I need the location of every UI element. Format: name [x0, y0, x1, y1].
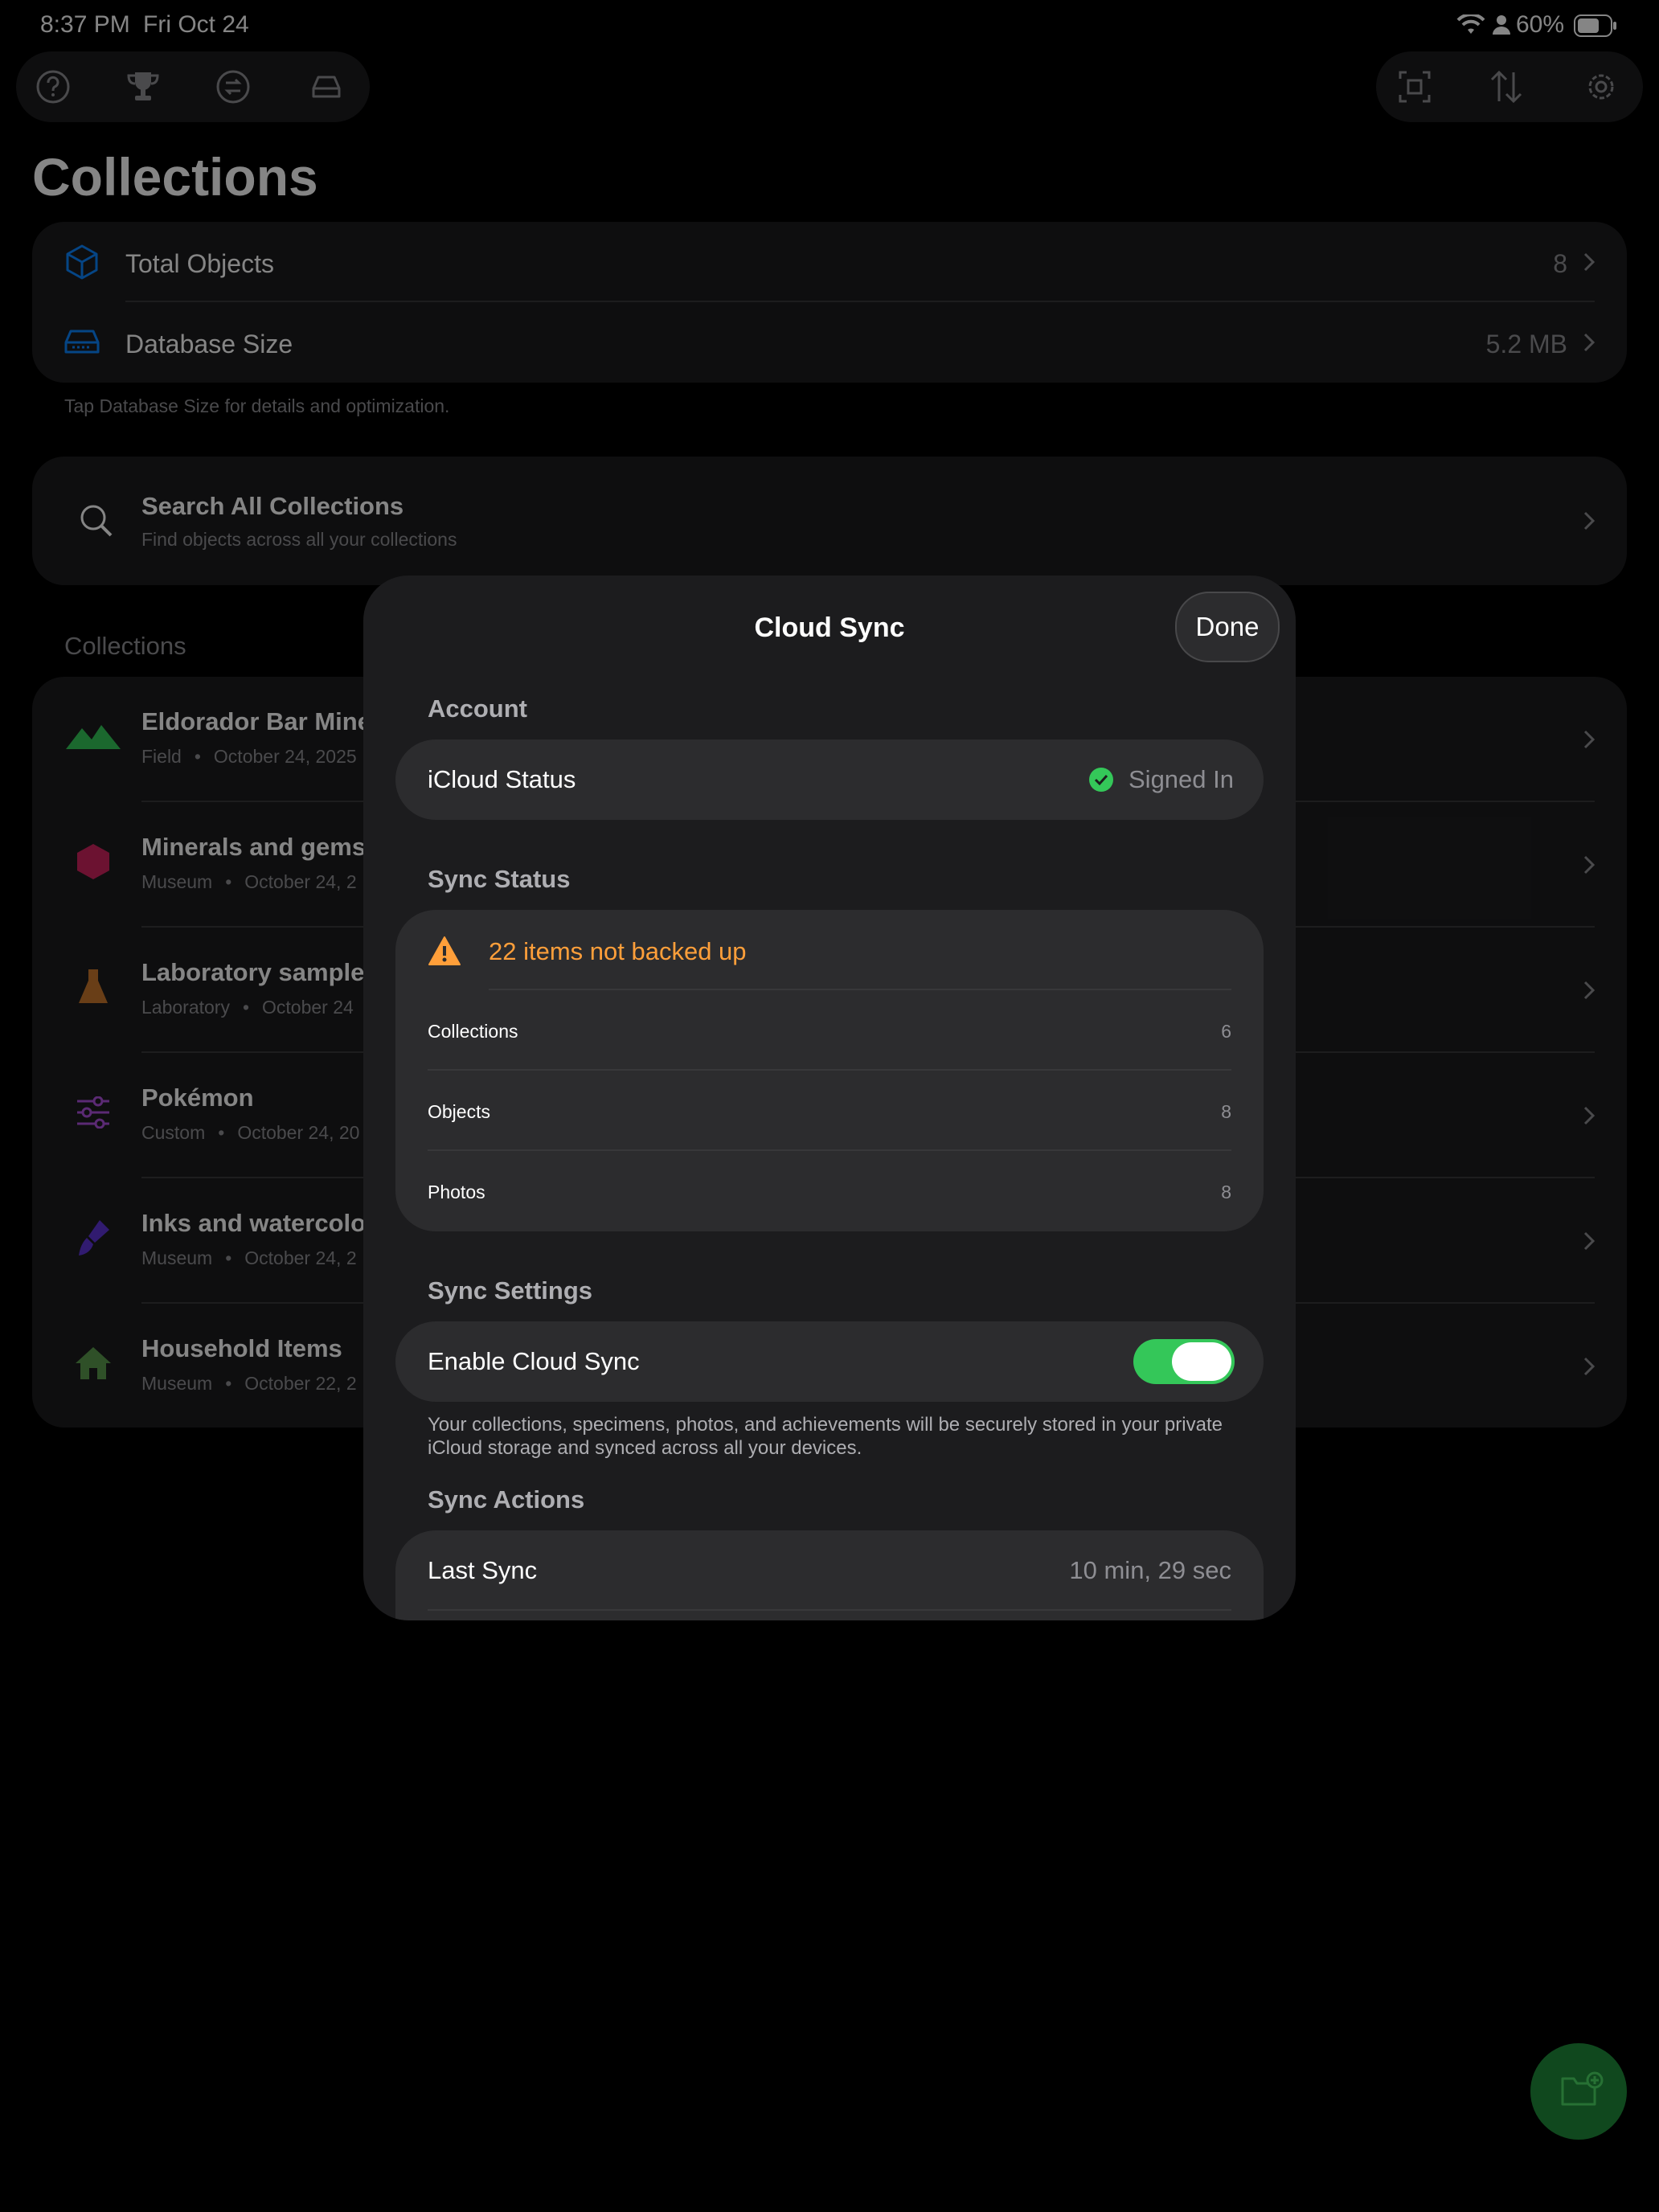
sync-actions-card: Last Sync 10 min, 29 sec — [395, 1530, 1264, 1620]
sync-actions-header: Sync Actions — [428, 1485, 585, 1514]
enable-cloud-sync-row: Enable Cloud Sync — [395, 1321, 1264, 1402]
last-sync-value: 10 min, 29 sec — [1069, 1556, 1231, 1584]
done-button[interactable]: Done — [1175, 592, 1280, 662]
account-header: Account — [428, 694, 527, 723]
sync-count-row: Collections 6 — [395, 990, 1264, 1071]
toggle-knob — [1172, 1342, 1231, 1381]
sync-count-label: Objects — [428, 1101, 490, 1122]
sync-settings-header: Sync Settings — [428, 1276, 592, 1305]
sync-count-row: Objects 8 — [395, 1071, 1264, 1151]
warning-triangle-icon — [428, 936, 461, 966]
warning-text: 22 items not backed up — [489, 937, 747, 965]
sync-count-value: 6 — [1221, 1021, 1231, 1042]
last-sync-label: Last Sync — [428, 1556, 538, 1584]
icloud-status-value: Signed In — [1129, 765, 1234, 793]
sync-status-header: Sync Status — [428, 865, 571, 893]
checkmark-circle-icon — [1088, 767, 1114, 793]
sheet-title: Cloud Sync — [754, 612, 905, 643]
sync-count-row: Photos 8 — [395, 1151, 1264, 1231]
sync-status-card: 22 items not backed up Collections 6 Obj… — [395, 910, 1264, 1231]
icloud-status-row: iCloud Status Signed In — [395, 739, 1264, 820]
sync-count-label: Collections — [428, 1021, 518, 1042]
sync-count-label: Photos — [428, 1182, 485, 1202]
enable-cloud-sync-toggle[interactable] — [1133, 1339, 1235, 1384]
icloud-status-label: iCloud Status — [428, 765, 576, 793]
sync-count-value: 8 — [1221, 1182, 1231, 1202]
cloud-sync-sheet: Cloud Sync Done Account iCloud Status Si… — [363, 576, 1296, 1620]
sync-description: Your collections, specimens, photos, and… — [428, 1414, 1223, 1459]
sync-count-value: 8 — [1221, 1101, 1231, 1122]
enable-cloud-sync-label: Enable Cloud Sync — [428, 1347, 640, 1375]
